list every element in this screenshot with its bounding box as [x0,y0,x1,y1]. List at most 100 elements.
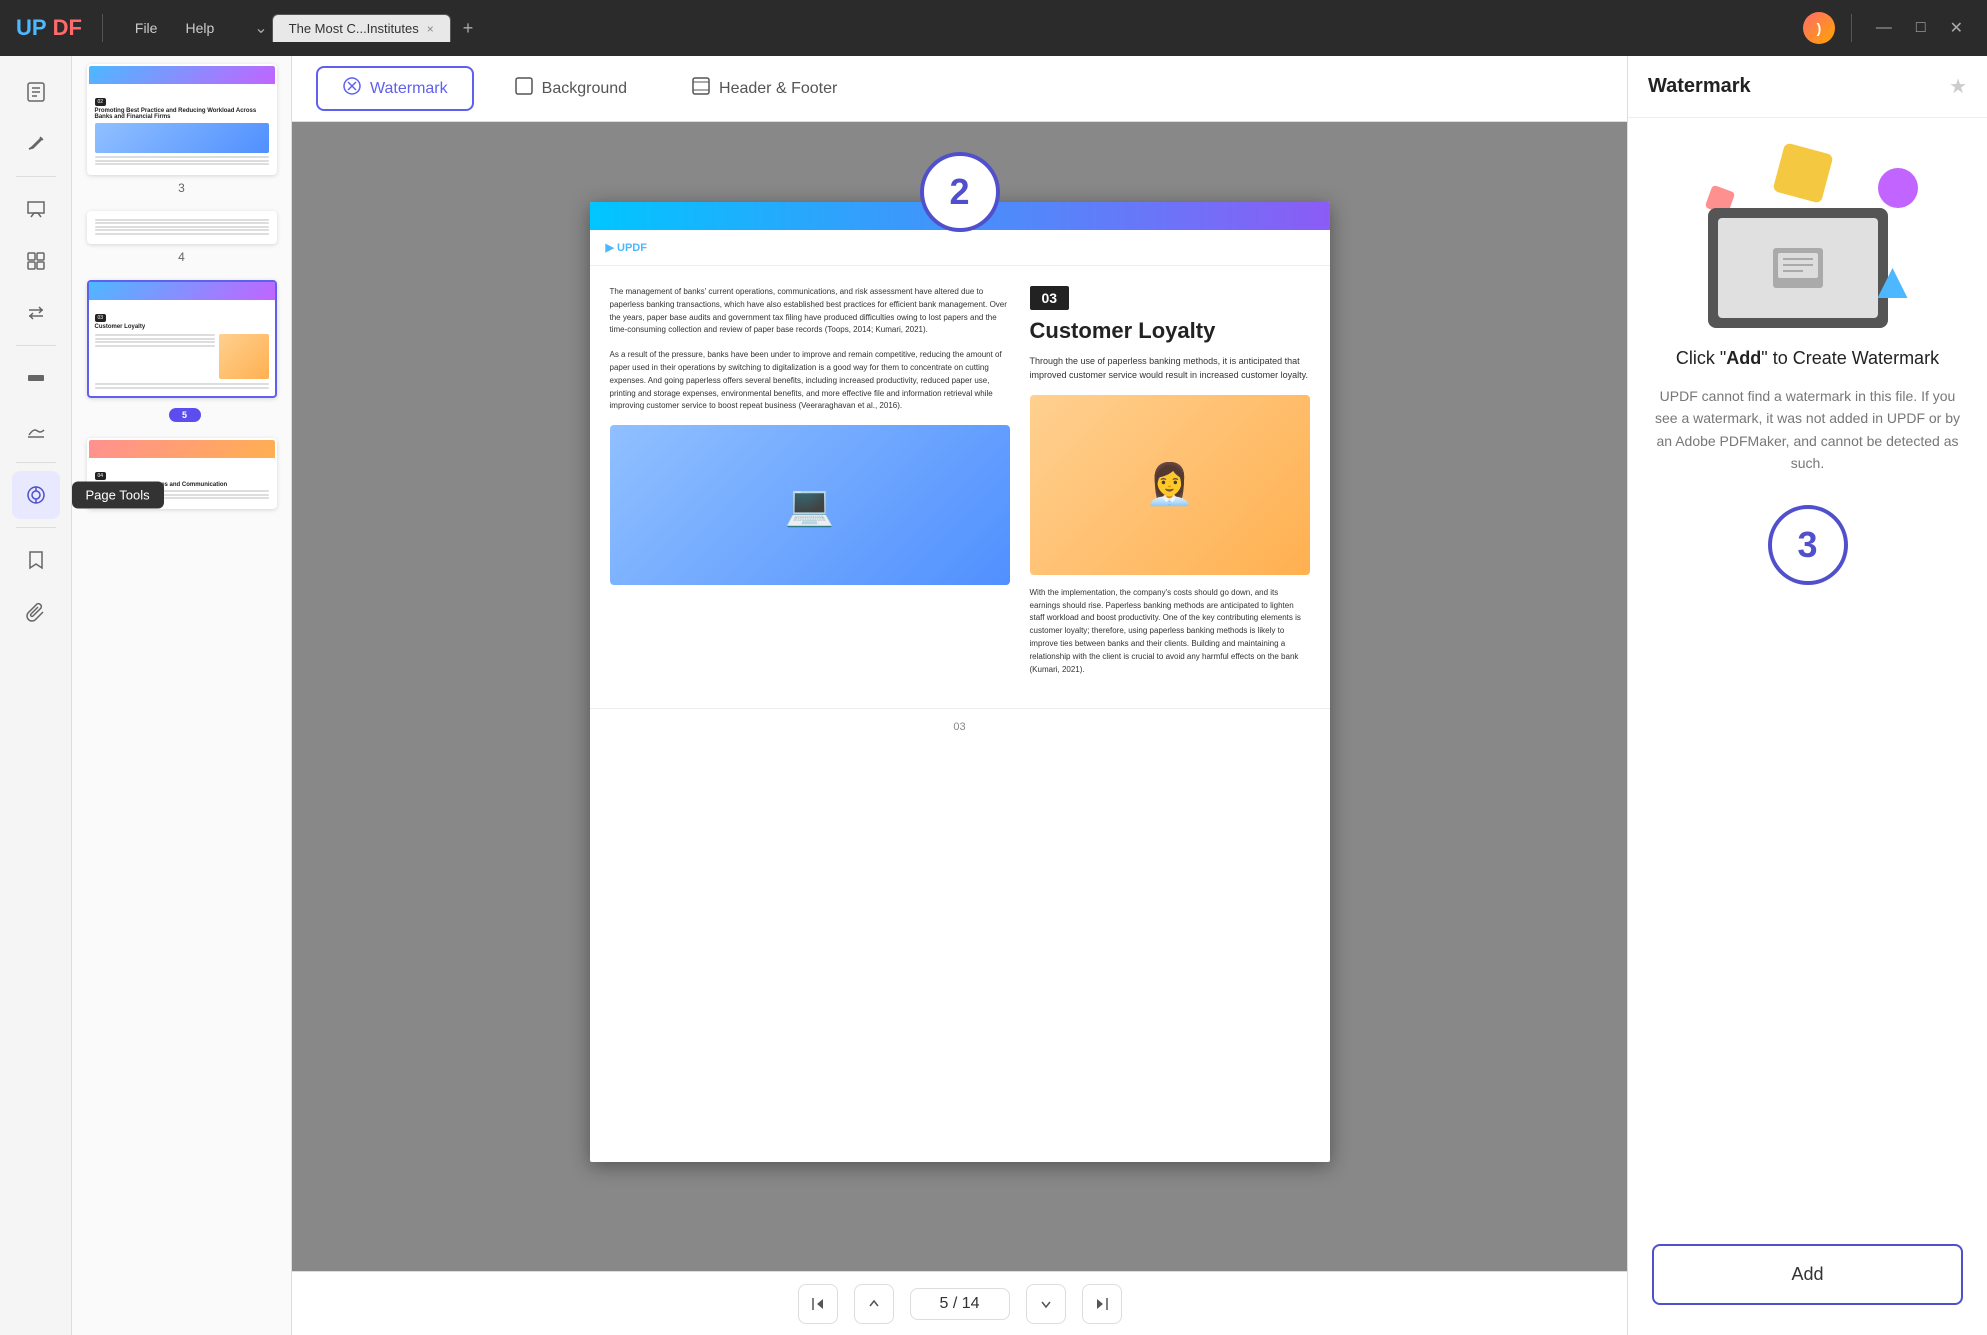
thumb-image [219,334,269,379]
new-tab-button[interactable]: + [455,14,482,43]
thumb-page-number: 3 [178,181,185,195]
thumb-title: Promoting Best Practice and Reducing Wor… [95,108,269,120]
comment-toolbar-btn[interactable] [12,185,60,233]
pdf-laptop-image: 💻 [610,425,1010,585]
toolbar-separator-2 [16,345,56,346]
header-footer-tab[interactable]: Header & Footer [667,68,861,109]
pdf-page: ▶ UPDF The management of banks' current … [590,202,1330,1162]
header-footer-tab-icon [691,76,711,101]
left-toolbar: Page Tools [0,56,72,1335]
thumb-line [95,341,215,343]
thumb-header-bar [89,440,275,458]
navigation-bar: 5 / 14 [292,1271,1627,1335]
wm-element-purple [1878,168,1918,208]
watermark-illustration [1698,148,1918,328]
sign-toolbar-btn[interactable] [12,406,60,454]
thumbnail-item-3[interactable]: 02 Promoting Best Practice and Reducing … [80,64,283,195]
pdf-updf-logo: ▶ UPDF [606,241,647,254]
maximize-button[interactable]: □ [1908,15,1934,41]
page-separator: / [953,1295,962,1312]
thumb-line [95,163,269,165]
background-tab[interactable]: Background [490,68,651,109]
thumb-header-bar [89,282,275,300]
page-tools-bar: Watermark Background Header & Footer [292,56,1627,122]
window-controls: ) — □ ✕ [1803,12,1971,44]
thumb-line [95,160,269,162]
info-text: UPDF cannot find a watermark in this fil… [1652,385,1963,475]
pdf-right-text-2: With the implementation, the company's c… [1030,587,1310,677]
bookmark-toolbar-btn[interactable] [12,536,60,584]
step-3-indicator: 3 [1768,505,1848,585]
attachment-toolbar-btn[interactable] [12,588,60,636]
thumb-badge: 04 [95,472,107,480]
add-watermark-button[interactable]: Add [1652,1244,1963,1305]
pdf-right-column: 03 Customer Loyalty Through the use of p… [1030,286,1310,688]
thumbnail-item-4[interactable]: 4 [80,211,283,265]
click-add-bold: Add [1726,348,1761,368]
prev-page-button[interactable] [854,1284,894,1324]
thumbnail-panel: 02 Promoting Best Practice and Reducing … [72,56,292,1335]
thumb-line [95,233,269,235]
pdf-left-column: The management of banks' current operati… [610,286,1010,688]
reader-toolbar-btn[interactable] [12,68,60,116]
thumb-line [95,345,215,347]
pdf-viewer: 2 ▶ UPDF The management of banks' curren… [292,122,1627,1271]
pdf-logo-bar: ▶ UPDF [590,230,1330,266]
right-panel: Watermark ★ Click "Add" to Create Waterm… [1627,56,1987,1335]
page-indicator[interactable]: 5 / 14 [910,1288,1010,1320]
thumb-line [95,226,269,228]
header-footer-tab-label: Header & Footer [719,80,837,98]
thumb-line [95,338,215,340]
tab-close-button[interactable]: × [427,22,434,36]
pdf-body-text-2: As a result of the pressure, banks have … [610,349,1010,413]
thumb-frame-3: 02 Promoting Best Practice and Reducing … [87,64,277,175]
user-avatar[interactable]: ) [1803,12,1835,44]
minimize-button[interactable]: — [1868,15,1900,41]
pdf-person-icon: 👩‍💼 [1030,395,1310,575]
favorite-star-icon[interactable]: ★ [1949,74,1967,99]
last-page-button[interactable] [1082,1284,1122,1324]
thumb-line [95,219,269,221]
app-logo: UPDF [16,15,82,41]
organize-toolbar-btn[interactable] [12,237,60,285]
pdf-section-number: 03 [1030,286,1070,310]
watermark-tab[interactable]: Watermark [316,66,474,111]
active-tab[interactable]: The Most C...Institutes × [272,14,451,42]
center-area: Watermark Background Header & Footer 2 [292,56,1627,1335]
menu-help[interactable]: Help [173,16,226,40]
thumb-page-number: 4 [178,250,185,264]
background-tab-icon [514,76,534,101]
watermark-tab-icon [342,76,362,101]
pdf-body: The management of banks' current operati… [590,266,1330,708]
thumbnail-item-5[interactable]: 03 Customer Loyalty [80,280,283,422]
close-button[interactable]: ✕ [1942,14,1971,42]
menu-file[interactable]: File [123,16,170,40]
watermark-tab-label: Watermark [370,80,448,98]
convert-toolbar-btn[interactable] [12,289,60,337]
thumb-line [95,229,269,231]
page-tools-tooltip: Page Tools [72,482,164,509]
first-page-button[interactable] [798,1284,838,1324]
pdf-right-text-1: Through the use of paperless banking met… [1030,354,1310,383]
tab-area: ⌄ The Most C...Institutes × + [254,14,1791,43]
pdf-page-footer: 03 [590,708,1330,745]
thumb-image [95,123,269,153]
click-add-text: Click "Add" to Create Watermark [1676,348,1939,369]
thumb-frame-5: 03 Customer Loyalty [87,280,277,398]
dropdown-icon[interactable]: ⌄ [254,18,267,38]
thumb-line [95,387,269,389]
click-add-suffix: " to Create Watermark [1761,348,1939,368]
next-page-button[interactable] [1026,1284,1066,1324]
menu-bar: File Help [123,16,226,40]
redact-toolbar-btn[interactable] [12,354,60,402]
right-panel-title: Watermark [1648,75,1751,98]
right-panel-body: Click "Add" to Create Watermark UPDF can… [1628,118,1987,1335]
pdf-body-text-1: The management of banks' current operati… [610,286,1010,337]
edit-toolbar-btn[interactable] [12,120,60,168]
right-panel-header: Watermark ★ [1628,56,1987,118]
thumb-line [95,222,269,224]
page-tools-toolbar-btn[interactable]: Page Tools [12,471,60,519]
thumb-line [95,383,269,385]
thumb-line [95,156,269,158]
wm-laptop-body [1708,208,1888,328]
